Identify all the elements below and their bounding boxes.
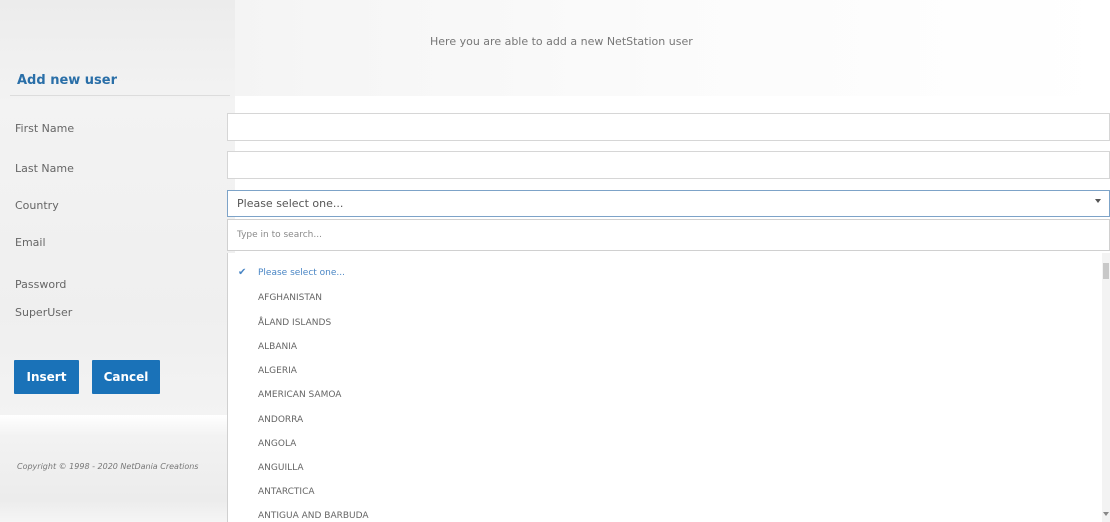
- insert-button[interactable]: Insert: [14, 360, 79, 394]
- scrollbar-thumb[interactable]: [1103, 263, 1109, 279]
- country-option[interactable]: ANGUILLA: [258, 463, 304, 473]
- dropdown-scrollbar[interactable]: [1102, 253, 1110, 522]
- intro-text: Here you are able to add a new NetStatio…: [430, 35, 693, 48]
- country-option[interactable]: ANGOLA: [258, 439, 296, 449]
- scroll-down-arrow-icon[interactable]: [1103, 512, 1109, 516]
- last-name-label: Last Name: [15, 162, 74, 175]
- country-option[interactable]: AFGHANISTAN: [258, 293, 322, 303]
- country-option[interactable]: AMERICAN SAMOA: [258, 390, 341, 400]
- caret-down-icon: [1095, 199, 1101, 203]
- first-name-input[interactable]: [227, 113, 1110, 141]
- last-name-input[interactable]: [227, 151, 1110, 179]
- copyright-footer: Copyright © 1998 - 2020 NetDania Creatio…: [17, 462, 199, 471]
- country-option[interactable]: ANTARCTICA: [258, 487, 315, 497]
- country-select[interactable]: Please select one...: [227, 190, 1110, 217]
- country-option[interactable]: ALGERIA: [258, 366, 297, 376]
- country-option[interactable]: ANDORRA: [258, 415, 303, 425]
- country-search-placeholder: Type in to search...: [237, 230, 322, 240]
- first-name-label: First Name: [15, 122, 75, 135]
- country-option[interactable]: ANTIGUA AND BARBUDA: [258, 511, 369, 521]
- country-label: Country: [15, 199, 59, 212]
- title-divider: [10, 95, 230, 96]
- email-label: Email: [15, 236, 46, 249]
- superuser-label: SuperUser: [15, 306, 73, 319]
- country-search-input[interactable]: Type in to search...: [227, 219, 1110, 251]
- page-title: Add new user: [17, 73, 118, 88]
- country-selected-value: Please select one...: [237, 197, 344, 210]
- country-dropdown-list[interactable]: ✔ Please select one... AFGHANISTAN ÅLAND…: [227, 253, 1110, 522]
- cancel-button[interactable]: Cancel: [92, 360, 160, 394]
- country-option[interactable]: Please select one...: [258, 268, 345, 278]
- country-option[interactable]: ALBANIA: [258, 342, 297, 352]
- country-option[interactable]: ÅLAND ISLANDS: [258, 318, 331, 328]
- password-label: Password: [15, 278, 67, 291]
- checkmark-icon: ✔: [238, 267, 247, 278]
